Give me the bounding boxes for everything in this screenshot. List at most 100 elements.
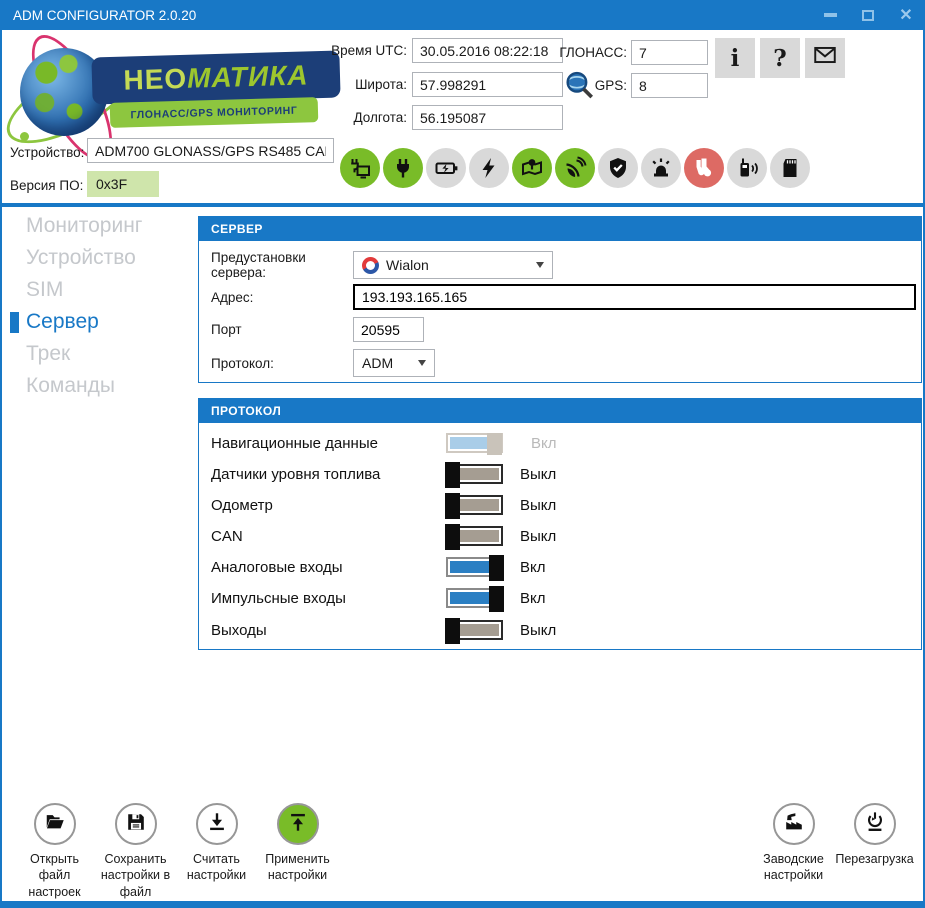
server-address-input[interactable] (353, 284, 916, 310)
toggle-row-odometer: Одометр Выкл (211, 492, 556, 518)
brand-neo: НЕО (123, 62, 188, 96)
ignition-icon (469, 148, 509, 188)
adm-configurator-window: ADM CONFIGURATOR 2.0.20 ✕ НЕОМАТИКА ГЛОН… (0, 0, 925, 908)
toggle-state: Выкл (520, 466, 556, 483)
fuel-sensors-toggle[interactable] (446, 464, 503, 484)
battery-icon (426, 148, 466, 188)
brand-banner: НЕОМАТИКА (91, 51, 340, 105)
reboot-button[interactable]: Перезагрузка (834, 803, 915, 884)
toggle-state: Вкл (520, 559, 546, 576)
toggle-state: Выкл (520, 528, 556, 545)
navigation-data-toggle (446, 433, 503, 453)
odometer-toggle[interactable] (446, 495, 503, 515)
pulse-inputs-toggle[interactable] (446, 588, 503, 608)
server-protocol-dropdown[interactable]: ADM (353, 349, 435, 377)
device-label: Устройство: (10, 145, 85, 160)
radio-icon (727, 148, 767, 188)
server-protocol-value: ADM (362, 355, 393, 371)
toggle-state: Выкл (520, 622, 556, 639)
gsm-satellite-icon (555, 148, 595, 188)
mail-icon (812, 42, 838, 74)
gps-count-field[interactable] (631, 73, 708, 98)
longitude-field[interactable] (412, 105, 563, 130)
info-button[interactable]: i (715, 38, 755, 78)
toggle-row-pulse-inputs: Импульсные входы Вкл (211, 585, 546, 611)
sidebar-item-server[interactable]: Сервер (2, 306, 198, 338)
server-preset-value: Wialon (386, 257, 429, 273)
factory-reset-button[interactable]: Заводские настройки (753, 803, 834, 884)
factory-icon (783, 811, 805, 838)
glonass-count-field[interactable] (631, 40, 708, 65)
server-port-input[interactable] (353, 317, 424, 342)
toggle-row-analog-inputs: Аналоговые входы Вкл (211, 554, 546, 580)
sidebar-item-monitoring[interactable]: Мониторинг (2, 210, 198, 242)
security-icon (598, 148, 638, 188)
device-field[interactable] (87, 138, 334, 163)
title-bar: ADM CONFIGURATOR 2.0.20 ✕ (0, 0, 925, 30)
window-title: ADM CONFIGURATOR 2.0.20 (13, 8, 196, 23)
sidebar-item-track[interactable]: Трек (2, 338, 198, 370)
toggle-row-can: CAN Выкл (211, 523, 556, 549)
analog-inputs-toggle[interactable] (446, 557, 503, 577)
firmware-version-badge: 0x3F (87, 171, 159, 197)
navigation-icon (512, 148, 552, 188)
mail-button[interactable] (805, 38, 845, 78)
sidebar-item-device[interactable]: Устройство (2, 242, 198, 274)
open-settings-file-button[interactable]: Открыть файл настроек (14, 803, 95, 900)
restart-icon (864, 811, 886, 838)
chevron-down-icon (418, 360, 426, 366)
wialon-logo-icon (362, 257, 379, 274)
can-toggle[interactable] (446, 526, 503, 546)
footer-left-buttons: Открыть файл настроек Сохранить настройк… (14, 803, 338, 900)
glonass-label: ГЛОНАСС: (557, 45, 627, 60)
brand-matika: МАТИКА (187, 59, 309, 94)
download-icon (206, 811, 228, 838)
toggle-row-navigation-data: Навигационные данные Вкл (211, 430, 557, 456)
chevron-down-icon (536, 262, 544, 268)
apply-settings-button[interactable]: Применить настройки (257, 803, 338, 900)
sidebar-item-commands[interactable]: Команды (2, 370, 198, 402)
external-power-icon (383, 148, 423, 188)
server-address-label: Адрес: (211, 290, 353, 305)
sidebar: Мониторинг Устройство SIM Сервер Трек Ко… (2, 210, 198, 402)
footer-right-buttons: Заводские настройки Перезагрузка (753, 803, 915, 884)
brand-subtitle: ГЛОНАСС/GPS МОНИТОРИНГ (110, 97, 319, 128)
sidebar-item-sim[interactable]: SIM (2, 274, 198, 306)
sd-card-icon (770, 148, 810, 188)
read-settings-button[interactable]: Считать настройки (176, 803, 257, 900)
toggle-row-outputs: Выходы Выкл (211, 617, 556, 643)
firmware-label: Версия ПО: (10, 178, 85, 193)
alarm-icon (641, 148, 681, 188)
toggle-state: Вкл (520, 590, 546, 607)
neomatica-logo: НЕОМАТИКА ГЛОНАСС/GPS МОНИТОРИНГ (12, 40, 342, 140)
toggle-row-fuel-sensors: Датчики уровня топлива Выкл (211, 461, 556, 487)
server-panel-title: СЕРВЕР (199, 217, 921, 241)
usb-connection-icon (340, 148, 380, 188)
server-preset-dropdown[interactable]: Wialon (353, 251, 553, 279)
time-utc-label: Время UTC: (312, 43, 407, 58)
time-utc-field[interactable] (412, 38, 563, 63)
longitude-label: Долгота: (312, 110, 407, 125)
close-button[interactable]: ✕ (895, 4, 917, 26)
sensors-icon (684, 148, 724, 188)
upload-icon (287, 811, 309, 838)
save-settings-file-button[interactable]: Сохранить настройки в файл (95, 803, 176, 900)
status-icon-row (340, 148, 810, 188)
minimize-button[interactable] (819, 4, 841, 26)
server-port-label: Порт (211, 322, 353, 337)
save-icon (125, 811, 147, 838)
help-button[interactable]: ? (760, 38, 800, 78)
maximize-button[interactable] (857, 4, 879, 26)
server-preset-label: Предустановки сервера: (211, 250, 353, 280)
gps-label: GPS: (572, 78, 627, 93)
server-panel: СЕРВЕР Предустановки сервера: Wialon Адр… (198, 216, 922, 383)
latitude-field[interactable] (412, 72, 563, 97)
header-separator (0, 203, 925, 207)
toggle-state: Вкл (531, 435, 557, 452)
open-folder-icon (44, 811, 66, 838)
protocol-panel: ПРОТОКОЛ Навигационные данные Вкл Датчик… (198, 398, 922, 650)
outputs-toggle[interactable] (446, 620, 503, 640)
latitude-label: Широта: (312, 77, 407, 92)
header: НЕОМАТИКА ГЛОНАСС/GPS МОНИТОРИНГ Время U… (2, 30, 923, 203)
server-protocol-label: Протокол: (211, 356, 353, 371)
